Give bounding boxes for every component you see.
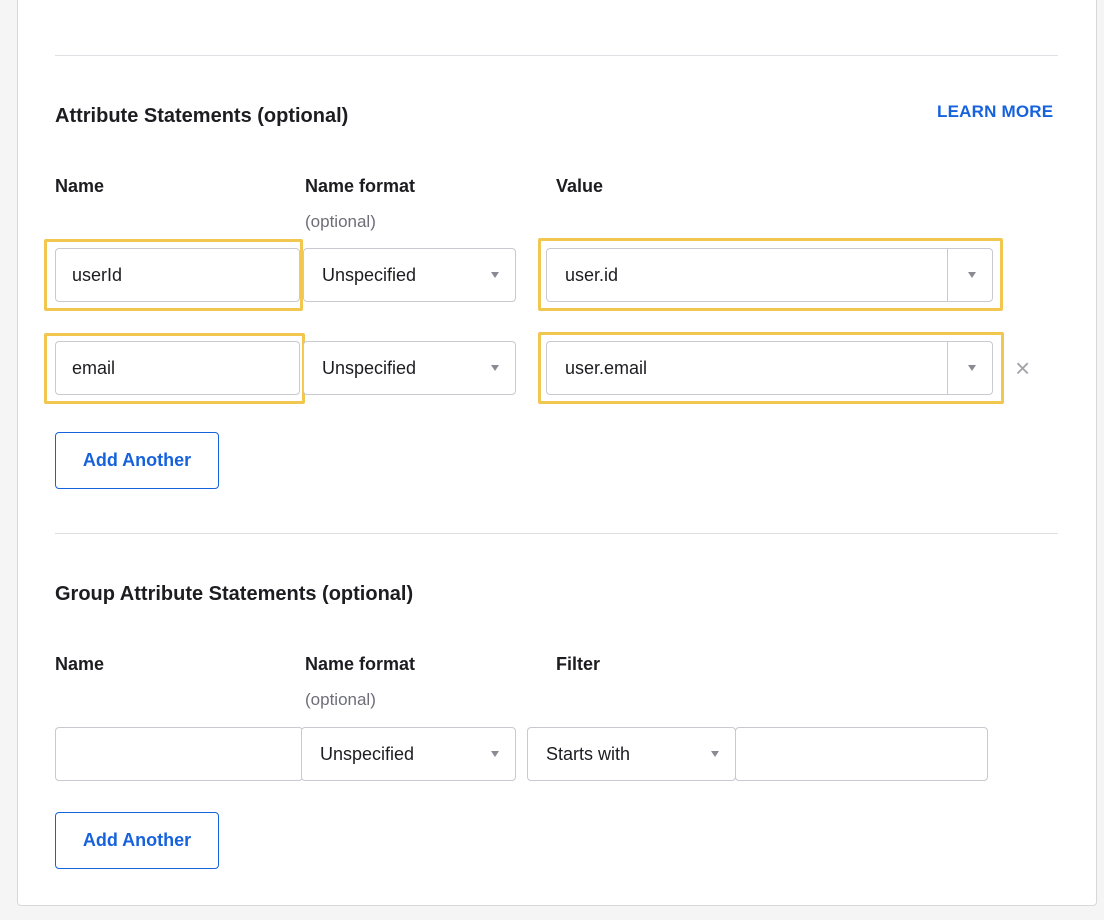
attribute-name-input-row1[interactable] — [55, 248, 300, 302]
attribute-value-row1: user.id — [565, 265, 619, 285]
chevron-down-icon — [491, 272, 499, 278]
group-name-format-column-header: Name format — [305, 654, 416, 674]
chevron-down-icon[interactable] — [968, 272, 976, 278]
group-name-format-optional-hint: (optional) — [305, 690, 376, 709]
divider-top — [55, 55, 1058, 56]
attribute-statements-title: Attribute Statements (optional) — [55, 105, 349, 127]
filter-column-header: Filter — [556, 654, 601, 674]
chevron-down-icon — [491, 365, 499, 371]
attribute-value-combobox-row2[interactable]: user.email — [546, 341, 993, 395]
name-column-header: Name — [55, 176, 105, 196]
attribute-name-field-row1[interactable] — [56, 249, 299, 301]
close-icon[interactable]: × — [1015, 355, 1030, 381]
filter-type-select[interactable]: Starts with — [527, 727, 736, 781]
dropdown-separator — [947, 342, 948, 394]
name-format-select-row2[interactable]: Unspecified — [303, 341, 516, 395]
name-format-optional-hint: (optional) — [305, 212, 376, 231]
group-name-format-value: Unspecified — [320, 744, 415, 764]
attribute-value-combobox-row1[interactable]: user.id — [546, 248, 993, 302]
filter-value-input[interactable] — [735, 727, 988, 781]
dropdown-separator — [947, 249, 948, 301]
group-attribute-name-field[interactable] — [56, 728, 302, 780]
attribute-name-field-row2[interactable] — [56, 342, 299, 394]
name-format-select-row1[interactable]: Unspecified — [303, 248, 516, 302]
name-format-value-row2: Unspecified — [322, 358, 417, 378]
group-attribute-statements-title: Group Attribute Statements (optional) — [55, 583, 414, 605]
chevron-down-icon[interactable] — [968, 365, 976, 371]
chevron-down-icon — [711, 751, 719, 757]
filter-type-value: Starts with — [546, 744, 631, 764]
name-format-value-row1: Unspecified — [322, 265, 417, 285]
chevron-down-icon — [491, 751, 499, 757]
value-column-header: Value — [556, 176, 604, 196]
add-another-group-attribute-button[interactable]: Add Another — [55, 812, 219, 869]
learn-more-link[interactable]: LEARN MORE — [937, 102, 1053, 122]
group-name-column-header: Name — [55, 654, 105, 674]
filter-value-field[interactable] — [736, 728, 987, 780]
group-name-format-select[interactable]: Unspecified — [301, 727, 516, 781]
group-attribute-name-input[interactable] — [55, 727, 303, 781]
name-format-column-header: Name format — [305, 176, 416, 196]
attribute-name-input-row2[interactable] — [55, 341, 300, 395]
add-another-attribute-button[interactable]: Add Another — [55, 432, 219, 489]
divider-middle — [55, 533, 1058, 534]
attribute-value-row2: user.email — [565, 358, 648, 378]
